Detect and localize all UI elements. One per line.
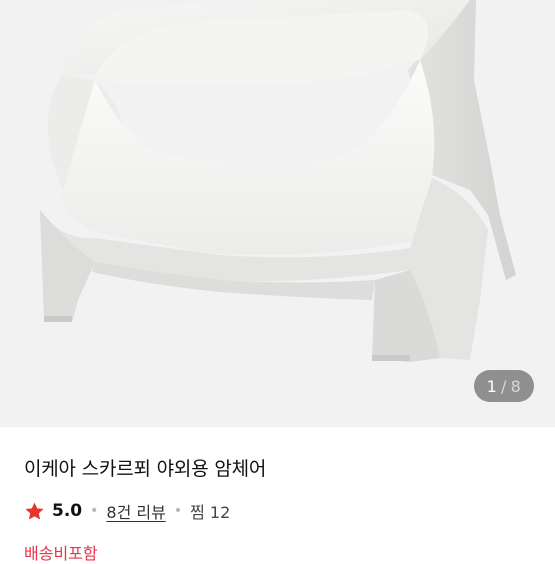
shipping-included-label: 배송비포함 [24,544,98,563]
product-title: 이케아 스카르푀 야외용 암체어 [24,458,267,480]
star-icon [24,501,45,522]
image-counter-separator: / [501,376,507,396]
rating-value: 5.0 [52,501,83,521]
meta-separator-dot: • [173,503,183,519]
chair-product-image [40,0,516,362]
product-info: 이케아 스카르푀 야외용 암체어 5.0 • 8건 리뷰 • 찜 12 배송비포… [0,427,555,563]
image-counter-current: 1 [486,376,498,396]
meta-separator-dot: • [90,503,99,519]
reviews-link[interactable]: 8건 리뷰 [106,499,165,523]
image-counter-total: 8 [510,376,521,396]
product-image-gallery[interactable]: 1 / 8 [0,0,555,427]
likes-count: 찜 12 [190,503,231,522]
image-counter: 1 / 8 [473,370,534,402]
product-meta: 5.0 • 8건 리뷰 • 찜 12 [24,499,230,523]
